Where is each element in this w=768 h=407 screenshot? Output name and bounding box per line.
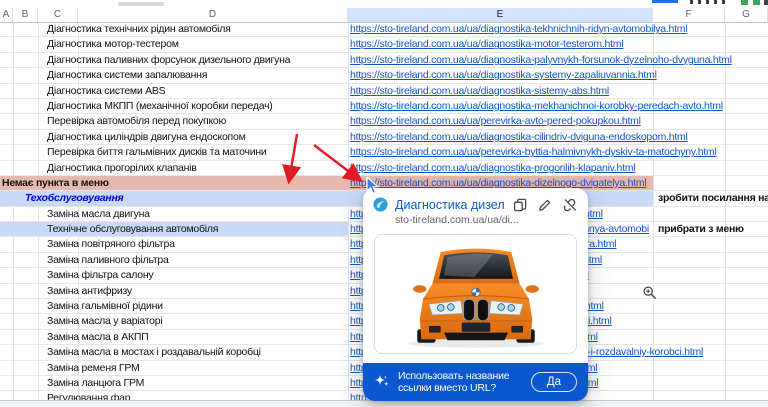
url-cell: https://sto-tireland.com.ua/ua/diagnosti… [350,130,688,145]
link-preview-header: Диагностика дизел... [363,188,588,214]
sheet-row: Перевірка биття гальмівних дисків та мат… [0,145,768,160]
column-header-C[interactable]: C [38,8,78,22]
toolbar-fragment [698,0,701,4]
url-cell: https://sto-tireland.com.ua/ua/diagnosti… [350,161,635,176]
service-name-cell[interactable]: Заміна фільтра салону [47,268,153,283]
service-name-cell[interactable]: Діагностика прогорілих клапанів [47,161,197,176]
sheet-row: Діагностика прогорілих клапанів https://s… [0,161,768,176]
service-name-cell[interactable]: Перевірка биття гальмівних дисків та мат… [47,145,266,160]
car-image [392,238,560,350]
copy-icon[interactable] [513,198,527,212]
note-cell[interactable]: зробити посилання на h [658,191,768,206]
column-header-E[interactable]: E [348,8,653,22]
service-name-cell[interactable]: Діагностика технічних рідин автомобіля [47,22,231,37]
yes-button[interactable]: Да [531,372,577,392]
service-name-cell[interactable]: Заміна антифризу [47,284,132,299]
sheet-row: Діагностика технічних рідин автомобіля ht… [0,22,768,37]
url-link[interactable]: https://sto-tireland.com.ua/ua/diagnosti… [350,54,732,66]
url-link[interactable]: https://sto-tireland.com.ua/ua/perevirka… [350,115,641,127]
service-name-cell[interactable]: Діагностика системи ABS [47,84,165,99]
url-link[interactable]: https://sto-tireland.com.ua/ua/diagnosti… [350,69,657,81]
toolbar-fragment [118,2,164,6]
bottom-scroll-strip[interactable] [0,400,768,407]
service-name-cell[interactable]: Перевірка автомобіля перед покупкою [47,114,226,129]
service-name-cell[interactable]: Діагностика паливних форсунок дизельного… [47,53,290,68]
column-header-B[interactable]: B [13,8,38,22]
service-name-cell[interactable]: Заміна масла у варіаторі [47,314,162,329]
url-link[interactable]: https://sto-tireland.com.ua/ua/diagnosti… [350,23,687,35]
url-cell: https://sto-tireland.com.ua/ua/diagnosti… [350,37,623,52]
service-name-cell[interactable]: Заміна ланцюга ГРМ [47,376,144,391]
site-favicon [373,197,388,212]
spreadsheet-app: ABCDEFG Діагностика технічних рідин авто… [0,0,768,407]
url-cell: https://sto-tireland.com.ua/ua/perevirka… [350,145,717,160]
service-name-cell[interactable]: Технічне обслуговування автомобіля [47,222,218,237]
service-name-cell[interactable]: Заміна ременя ГРМ [47,361,140,376]
toolbar-fragment [753,0,760,5]
edit-icon[interactable] [538,198,552,212]
sheet-row: Діагностика циліндрів двигуна ендоскопом… [0,130,768,145]
column-header-A[interactable]: A [0,8,13,22]
url-cell: https://sto-tireland.com.ua/ua/diagnosti… [350,22,687,37]
column-header-F[interactable]: F [653,8,725,22]
service-name-cell[interactable]: Діагностика системи запалювання [47,68,207,83]
toolbar-fragment [714,0,717,4]
url-cell: https://sto-tireland.com.ua/ua/diagnosti… [350,68,657,83]
sheet-row: Діагностика МКПП (механічної коробки пер… [0,99,768,114]
unlink-icon[interactable] [563,198,578,212]
service-name-cell[interactable]: Заміна повітряного фільтра [47,237,175,252]
url-cell: https://sto-tireland.com.ua/ua/diagnosti… [350,53,732,68]
service-name-cell[interactable]: Заміна масла двигуна [47,207,150,222]
url-link[interactable]: https://sto-tireland.com.ua/ua/diagnosti… [350,100,723,112]
service-name-cell[interactable]: Заміна гальмівної рідини [47,299,163,314]
url-link[interactable]: https://sto-tireland.com.ua/ua/diagnosti… [350,131,688,143]
column-header-G[interactable]: G [725,8,768,22]
url-cell: https://sto-tireland.com.ua/ua/diagnosti… [350,84,609,99]
link-preview-popup: Диагностика дизел... sto-tireland.com.ua… [363,188,588,401]
toolbar-fragment [764,0,768,5]
note-cell[interactable]: прибрати з меню [658,222,744,237]
link-url-preview: sto-tireland.com.ua/ua/di... [363,214,588,232]
url-link[interactable]: https://sto-tireland.com.ua/ua/perevirka… [350,146,717,158]
suggestion-text: Использовать название ссылки вместо URL? [398,370,520,395]
sheet-row: Діагностика паливних форсунок дизельного… [0,53,768,68]
link-title[interactable]: Диагностика дизел... [395,198,506,212]
toolbar-fragment [706,0,709,4]
service-name-cell[interactable]: Техобслуговування [25,191,123,206]
service-name-cell[interactable]: Діагностика циліндрів двигуна ендоскопом [47,130,246,145]
link-preview-image-card[interactable] [374,234,577,354]
toolbar-fragment [690,0,693,4]
sheet-row: Діагностика системи ABS https://sto-tirel… [0,84,768,99]
toolbar-fragment [652,0,678,3]
ai-suggestion-banner: Использовать название ссылки вместо URL?… [363,363,588,401]
column-header-D[interactable]: D [78,8,348,22]
service-name-cell[interactable]: Заміна масла в мостах і роздавальній кор… [47,345,261,360]
service-name-cell[interactable]: Заміна паливного фільтра [47,253,169,268]
toolbar-fragment [722,0,725,4]
service-name-cell[interactable]: Заміна масла в АКПП [47,330,148,345]
toolbar-fragment [741,0,748,5]
url-cell: https://sto-tireland.com.ua/ua/perevirka… [350,114,641,129]
sheet-row: Перевірка автомобіля перед покупкою https… [0,114,768,129]
column-header-row: ABCDEFG [0,8,768,23]
service-name-cell[interactable]: Немає пункта в меню [2,176,109,191]
sheet-row: Діагностика мотор-тестером https://sto-ti… [0,37,768,52]
service-name-cell[interactable]: Діагностика мотор-тестером [47,37,179,52]
service-name-cell[interactable]: Діагностика МКПП (механічної коробки пер… [47,99,273,114]
url-link[interactable]: https://sto-tireland.com.ua/ua/diagnosti… [350,85,609,97]
sparkle-icon [374,374,390,390]
url-link[interactable]: https://sto-tireland.com.ua/ua/diagnosti… [350,162,635,174]
sheet-row: Діагностика системи запалювання https://s… [0,68,768,83]
url-link[interactable]: https://sto-tireland.com.ua/ua/diagnosti… [350,38,623,50]
url-cell: https://sto-tireland.com.ua/ua/diagnosti… [350,99,723,114]
